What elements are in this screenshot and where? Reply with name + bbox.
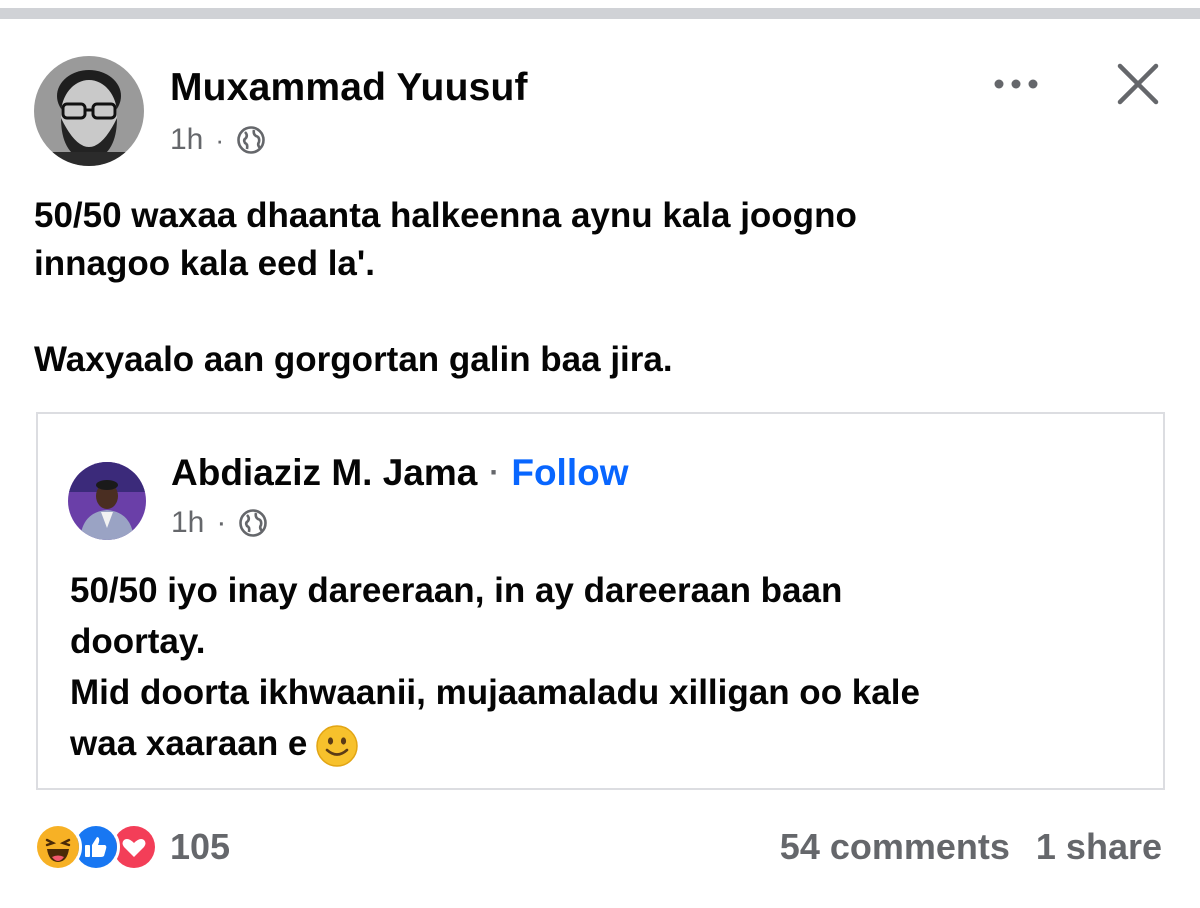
smile-emoji-icon (316, 725, 359, 767)
globe-icon (239, 509, 268, 537)
shared-meta: 1h · (171, 506, 268, 540)
follow-button[interactable]: Follow (511, 452, 628, 494)
globe-icon (237, 126, 265, 154)
shared-text-line-last: waa xaaraan e (70, 718, 1130, 769)
post-time[interactable]: 1h (170, 123, 203, 157)
shared-author-name[interactable]: Abdiaziz M. Jama (171, 452, 477, 494)
reactions-summary[interactable]: 105 (34, 822, 230, 872)
shared-separator: · (489, 456, 500, 489)
shared-meta-separator: · (216, 506, 227, 539)
shares-count[interactable]: 1 share (1036, 826, 1162, 868)
top-strip (0, 0, 1200, 22)
shared-author-avatar[interactable] (68, 462, 146, 540)
meta-separator: · (215, 124, 225, 155)
comments-count[interactable]: 54 comments (780, 826, 1010, 868)
more-icon[interactable] (991, 74, 1041, 94)
haha-icon (34, 823, 82, 871)
post-text: 50/50 waxaa dhaanta halkeenna aynu kala … (34, 192, 1164, 384)
shared-text-line: Mid doorta ikhwaanii, mujaamaladu xillig… (70, 673, 920, 712)
reaction-count[interactable]: 105 (170, 826, 230, 868)
shared-author-row: Abdiaziz M. Jama · Follow (171, 452, 629, 494)
post-meta: 1h · (170, 123, 266, 157)
shared-time[interactable]: 1h (171, 506, 204, 540)
shared-post-card[interactable]: Abdiaziz M. Jama · Follow 1h · 50/50 iyo… (36, 412, 1165, 790)
author-avatar[interactable] (34, 56, 144, 166)
shared-text-line: waa xaaraan e (70, 724, 308, 763)
post-text-line: Waxyaalo aan gorgortan galin baa jira. (34, 340, 673, 379)
post-text-line: innagoo kala eed la'. (34, 244, 375, 283)
shared-post-text: 50/50 iyo inay dareeraan, in ay dareeraa… (70, 565, 1130, 769)
shared-text-line: 50/50 iyo inay dareeraan, in ay dareeraa… (70, 571, 843, 610)
close-icon[interactable] (1114, 60, 1162, 108)
post-text-line: 50/50 waxaa dhaanta halkeenna aynu kala … (34, 196, 857, 235)
engagement-counts: 54 comments 1 share (780, 826, 1162, 868)
post-author-name[interactable]: Muxammad Yuusuf (170, 66, 528, 110)
shared-text-line: doortay. (70, 622, 206, 661)
